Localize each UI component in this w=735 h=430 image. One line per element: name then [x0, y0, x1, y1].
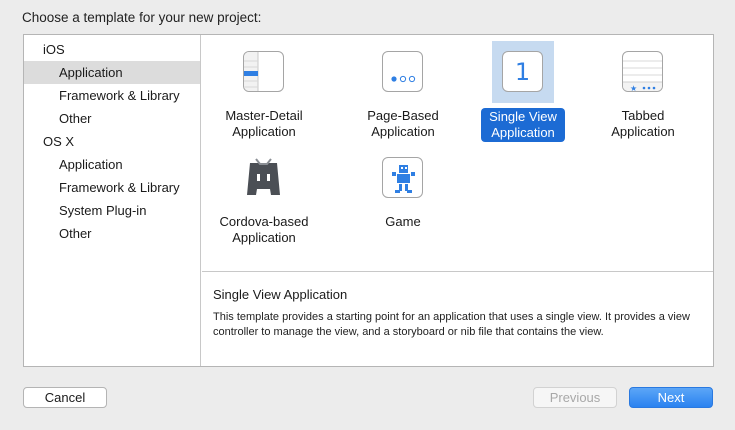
sidebar-item-ios-other[interactable]: Other [24, 107, 200, 130]
template-cordova[interactable]: Cordova-based Application [204, 145, 324, 249]
template-label: Application [491, 125, 555, 140]
description-title: Single View Application [213, 287, 348, 302]
template-single-view[interactable]: 1 Single View Application [463, 39, 583, 143]
template-grid: Master-Detail Application Page-Based App… [202, 35, 713, 271]
dialog-heading: Choose a template for your new project: [22, 10, 262, 25]
template-label: Page-Based [367, 108, 439, 123]
template-description: Single View Application This template pr… [202, 271, 713, 366]
sidebar-item-osx-application[interactable]: Application [24, 153, 200, 176]
previous-button[interactable]: Previous [533, 387, 617, 408]
sidebar-item-ios-framework-library[interactable]: Framework & Library [24, 84, 200, 107]
svg-text:★: ★ [630, 84, 637, 92]
sidebar-item-osx-framework-library[interactable]: Framework & Library [24, 176, 200, 199]
template-label: Game [385, 214, 421, 229]
cancel-button[interactable]: Cancel [23, 387, 107, 408]
template-label: Application [232, 124, 296, 139]
platform-sidebar: iOS Application Framework & Library Othe… [24, 35, 201, 366]
master-detail-icon [243, 51, 284, 92]
template-label: Master-Detail [225, 108, 303, 123]
next-button[interactable]: Next [629, 387, 713, 408]
sidebar-header-osx: OS X [43, 134, 75, 149]
tabbed-icon: ★ [622, 51, 663, 92]
template-master-detail[interactable]: Master-Detail Application [204, 39, 324, 143]
cordova-icon [243, 157, 284, 198]
template-panel: iOS Application Framework & Library Othe… [23, 34, 714, 367]
template-page-based[interactable]: Page-Based Application [343, 39, 463, 143]
template-label: Cordova-based [219, 214, 309, 229]
sidebar-item-osx-system-plugin[interactable]: System Plug-in [24, 199, 200, 222]
game-icon [382, 157, 423, 198]
sidebar-header-ios: iOS [43, 42, 65, 57]
single-view-icon: 1 [502, 51, 543, 92]
template-label: Single View [489, 109, 557, 124]
description-text: This template provides a starting point … [213, 311, 690, 338]
page-based-icon [382, 51, 423, 92]
template-game[interactable]: Game [343, 145, 463, 249]
template-label: Application [371, 124, 435, 139]
sidebar-item-ios-application[interactable]: Application [24, 61, 200, 84]
template-label: Tabbed [621, 108, 665, 123]
template-label: Application [232, 230, 296, 245]
template-tabbed[interactable]: ★ Tabbed Application [583, 39, 703, 143]
sidebar-item-osx-other[interactable]: Other [24, 222, 200, 245]
template-label: Application [611, 124, 675, 139]
